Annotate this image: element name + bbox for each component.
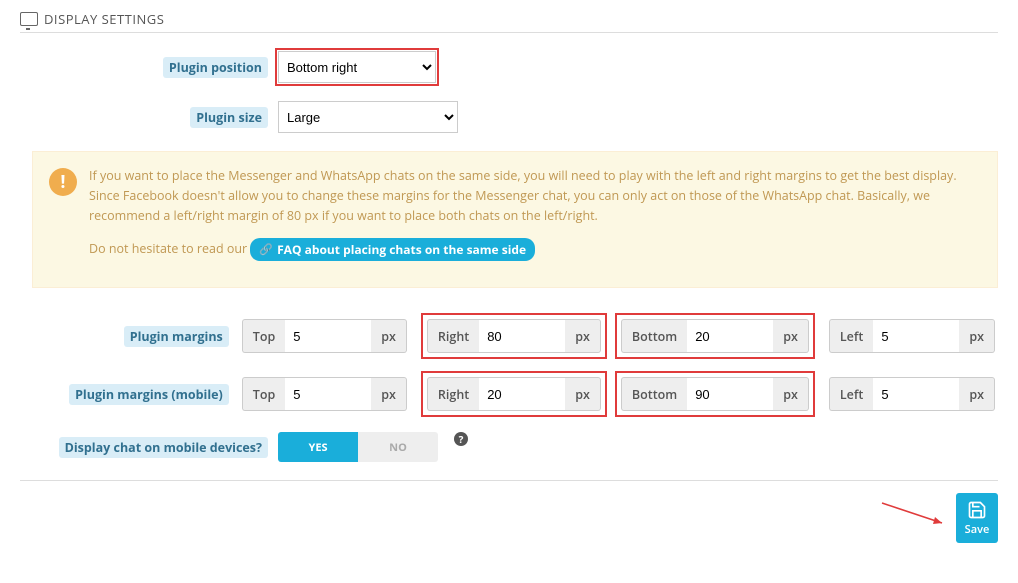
- save-label: Save: [965, 522, 990, 537]
- label-margins-mobile: Plugin margins (mobile): [69, 384, 229, 405]
- addon-px: px: [959, 377, 995, 411]
- label-display-mobile: Display chat on mobile devices?: [59, 437, 268, 458]
- addon-top: Top: [242, 319, 285, 353]
- footer: Save: [20, 493, 998, 553]
- m-margin-right-input[interactable]: [479, 377, 565, 411]
- addon-px: px: [773, 319, 809, 353]
- alert-text: If you want to place the Messenger and W…: [89, 166, 981, 273]
- addon-left: Left: [829, 319, 873, 353]
- addon-top: Top: [242, 377, 285, 411]
- m-margin-right-wrap: Right px: [424, 374, 604, 414]
- toggle-no[interactable]: NO: [358, 432, 438, 462]
- margin-left-input[interactable]: [873, 319, 959, 353]
- addon-px: px: [565, 377, 601, 411]
- display-mobile-toggle[interactable]: YES NO: [278, 432, 438, 462]
- row-margins-mobile: Plugin margins (mobile) Top px Right px …: [20, 374, 998, 414]
- arrow-annotation: [880, 501, 950, 531]
- alert-info: ! If you want to place the Messenger and…: [32, 151, 998, 288]
- addon-px: px: [773, 377, 809, 411]
- plugin-position-select[interactable]: Bottom right: [278, 51, 436, 83]
- m-margin-left-input[interactable]: [873, 377, 959, 411]
- link-icon: 🔗: [259, 241, 273, 259]
- row-display-mobile: Display chat on mobile devices? YES NO ?: [20, 432, 998, 462]
- margin-bottom-input[interactable]: [687, 319, 773, 353]
- label-plugin-position: Plugin position: [163, 57, 268, 78]
- plugin-size-select[interactable]: Large: [278, 101, 458, 133]
- save-button[interactable]: Save: [956, 493, 998, 543]
- help-icon[interactable]: ?: [454, 432, 468, 446]
- m-margin-top-wrap: Top px: [239, 374, 410, 414]
- addon-bottom: Bottom: [621, 377, 687, 411]
- addon-px: px: [371, 377, 407, 411]
- monitor-icon: [20, 12, 38, 26]
- row-plugin-position: Plugin position Bottom right: [20, 51, 998, 83]
- margin-right-wrap: Right px: [424, 316, 604, 356]
- panel-title: DISPLAY SETTINGS: [44, 10, 164, 28]
- addon-bottom: Bottom: [621, 319, 687, 353]
- margin-top-wrap: Top px: [239, 316, 410, 356]
- margin-left-wrap: Left px: [826, 316, 998, 356]
- addon-px: px: [371, 319, 407, 353]
- label-plugin-size: Plugin size: [190, 107, 268, 128]
- toggle-yes[interactable]: YES: [278, 432, 358, 462]
- addon-px: px: [959, 319, 995, 353]
- divider: [20, 480, 998, 481]
- margin-bottom-wrap: Bottom px: [618, 316, 812, 356]
- row-margins: Plugin margins Top px Right px Bottom px: [20, 316, 998, 356]
- label-margins: Plugin margins: [124, 326, 229, 347]
- addon-px: px: [565, 319, 601, 353]
- panel-header: DISPLAY SETTINGS: [20, 10, 998, 33]
- margin-top-input[interactable]: [285, 319, 371, 353]
- m-margin-bottom-input[interactable]: [687, 377, 773, 411]
- addon-right: Right: [427, 377, 479, 411]
- exclamation-icon: !: [49, 168, 77, 196]
- faq-link-button[interactable]: 🔗 FAQ about placing chats on the same si…: [250, 238, 535, 261]
- row-plugin-size: Plugin size Large: [20, 101, 998, 133]
- m-margin-top-input[interactable]: [285, 377, 371, 411]
- m-margin-left-wrap: Left px: [826, 374, 998, 414]
- addon-left: Left: [829, 377, 873, 411]
- addon-right: Right: [427, 319, 479, 353]
- save-icon: [967, 500, 987, 520]
- m-margin-bottom-wrap: Bottom px: [618, 374, 812, 414]
- plugin-position-wrap: Bottom right: [278, 51, 436, 83]
- margin-right-input[interactable]: [479, 319, 565, 353]
